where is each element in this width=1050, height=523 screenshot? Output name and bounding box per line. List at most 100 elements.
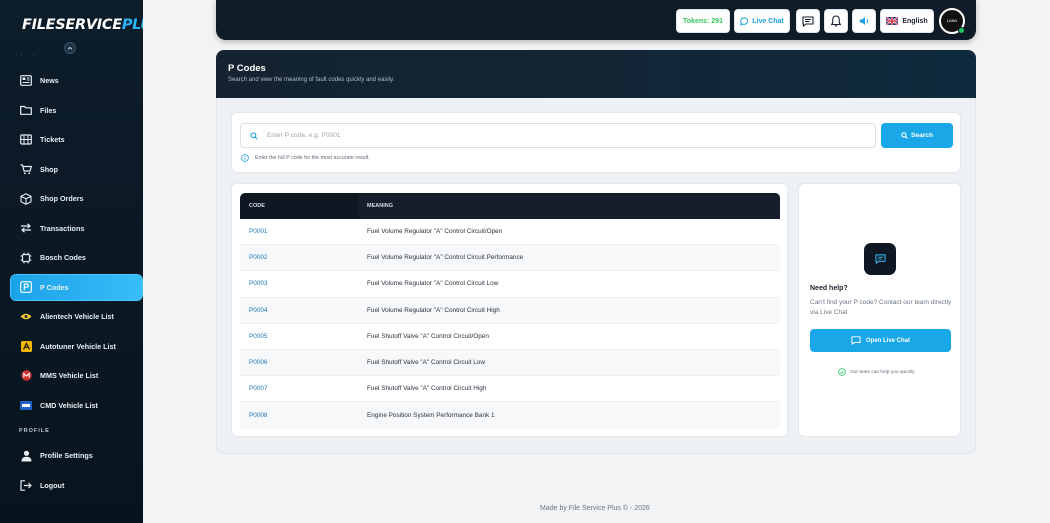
- chip-icon: [20, 252, 32, 264]
- help-title: Need help?: [810, 285, 848, 292]
- code-cell[interactable]: P0004: [240, 307, 359, 314]
- tokens-label: Tokens: 291: [683, 17, 723, 25]
- cmd-logo-icon: [20, 399, 32, 411]
- table-row[interactable]: P0006 Fuel Shutoff Valve "A" Control Circ…: [240, 349, 780, 377]
- sidebar-item-files[interactable]: Files: [11, 98, 142, 123]
- sidebar-item-news[interactable]: News: [11, 68, 142, 93]
- uk-flag-icon: [886, 17, 899, 25]
- avatar[interactable]: LOGO: [939, 8, 965, 34]
- sidebar-item-profile-settings[interactable]: Profile Settings: [11, 443, 142, 468]
- overflow-dots: · ·: [20, 50, 40, 59]
- page-header: P Codes Search and view the meaning of f…: [216, 50, 976, 98]
- sidebar-item-tickets[interactable]: Tickets: [11, 127, 142, 152]
- sidebar-item-label: CMD Vehicle List: [40, 400, 98, 410]
- sidebar-item-bosch-codes[interactable]: Bosch Codes: [11, 245, 142, 270]
- online-status-dot: [958, 27, 965, 34]
- info-icon: [241, 154, 249, 162]
- search-button-label: Search: [911, 132, 933, 139]
- logout-icon: [20, 479, 32, 491]
- sidebar-section-profile: PROFILE: [19, 428, 50, 434]
- code-cell[interactable]: P0007: [240, 385, 359, 392]
- messages-button[interactable]: [796, 9, 820, 33]
- page-subtitle: Search and view the meaning of fault cod…: [228, 77, 395, 83]
- code-cell[interactable]: P0008: [240, 412, 359, 419]
- search-hint-text: Enter the full P code for the most accur…: [255, 155, 370, 161]
- sound-toggle-button[interactable]: [852, 9, 876, 33]
- folder-icon: [20, 104, 32, 116]
- meaning-cell: Fuel Volume Regulator "A" Control Circui…: [367, 228, 503, 236]
- brand-logo[interactable]: FILESERVICEPLUS: [22, 17, 143, 33]
- code-cell[interactable]: P0006: [240, 359, 359, 366]
- table-row[interactable]: P0004 Fuel Volume Regulator "A" Control C…: [240, 297, 780, 324]
- sidebar-item-cmd-vehicle-list[interactable]: CMD Vehicle List: [11, 393, 142, 418]
- meaning-cell: Fuel Volume Regulator "A" Control Circui…: [367, 280, 499, 288]
- meaning-cell: Fuel Shutoff Valve "A" Control Circuit H…: [367, 385, 487, 393]
- page-title: P Codes: [228, 63, 266, 74]
- table-row[interactable]: P0005 Fuel Shutoff Valve "A" Control Circ…: [240, 324, 780, 350]
- sidebar-item-shop[interactable]: Shop: [11, 157, 142, 182]
- search-placeholder: Enter P code, e.g. P0001: [267, 132, 341, 139]
- help-text: Can't find your P code? Contact our team…: [810, 299, 952, 316]
- open-live-chat-button[interactable]: Open Live Chat: [810, 329, 951, 352]
- exchange-icon: [20, 222, 32, 234]
- sidebar-item-mms-vehicle-list[interactable]: MMS Vehicle List: [11, 363, 142, 388]
- help-note: Our team can help you quickly: [838, 368, 915, 376]
- code-cell[interactable]: P0003: [240, 280, 359, 287]
- help-card: Need help? Can't find your P code? Conta…: [798, 183, 961, 437]
- column-header-meaning: MEANING: [359, 193, 780, 219]
- meaning-cell: Fuel Volume Regulator "A" Control Circui…: [367, 254, 524, 262]
- top-bar: Tokens: 291 Live Chat English LOGO: [216, 0, 976, 40]
- table-row[interactable]: P0002 Fuel Volume Regulator "A" Control C…: [240, 245, 780, 272]
- sidebar-item-logout[interactable]: Logout: [11, 473, 142, 498]
- sidebar-item-label: Files: [40, 105, 57, 115]
- sidebar-item-label: Logout: [40, 480, 65, 490]
- table-row[interactable]: P0007 Fuel Shutoff Valve "A" Control Circ…: [240, 376, 780, 403]
- p-codes-table: CODE MEANING P0001 Fuel Volume Regulator …: [240, 193, 780, 429]
- search-icon: [901, 132, 908, 139]
- code-cell[interactable]: P0005: [240, 333, 359, 340]
- table-row[interactable]: P0001 Fuel Volume Regulator "A" Control C…: [240, 219, 780, 246]
- user-icon: [20, 450, 32, 462]
- table-row[interactable]: P0008 Engine Position System Performance …: [240, 402, 780, 429]
- code-cell[interactable]: P0002: [240, 254, 359, 261]
- speaker-icon: [859, 17, 868, 25]
- alientech-logo-icon: [20, 311, 32, 323]
- sidebar-profile-nav: Profile Settings Logout: [11, 443, 142, 502]
- cart-icon: [20, 163, 32, 175]
- search-card: Enter P code, e.g. P0001 Search Enter th…: [231, 112, 961, 173]
- meaning-cell: Fuel Shutoff Valve "A" Control Circuit/O…: [367, 332, 489, 340]
- search-button[interactable]: Search: [881, 123, 953, 148]
- sidebar-item-label: Shop: [40, 164, 58, 174]
- check-circle-icon: [838, 368, 846, 376]
- autotuner-logo-icon: [20, 340, 32, 352]
- sidebar-nav: News Files Tickets Shop Shop Orders Tran…: [11, 68, 142, 422]
- sidebar-item-autotuner-vehicle-list[interactable]: Autotuner Vehicle List: [11, 334, 142, 359]
- live-chat-label: Live Chat: [752, 17, 784, 25]
- sidebar-item-label: Tickets: [40, 135, 65, 144]
- language-select[interactable]: English: [880, 9, 934, 33]
- sidebar-item-alientech-vehicle-list[interactable]: Alientech Vehicle List: [11, 304, 142, 329]
- box-icon: [20, 192, 32, 205]
- help-note-text: Our team can help you quickly: [850, 369, 915, 375]
- sidebar-item-label: MMS Vehicle List: [40, 371, 99, 380]
- avatar-logo-text: LOGO: [946, 19, 958, 23]
- sidebar-item-label: Shop Orders: [40, 194, 84, 203]
- sidebar-item-label: News: [40, 76, 59, 85]
- meaning-cell: Fuel Volume Regulator "A" Control Circui…: [367, 306, 500, 314]
- sidebar-item-label: Transactions: [40, 223, 85, 233]
- table-row[interactable]: P0003 Fuel Volume Regulator "A" Control C…: [240, 271, 780, 298]
- code-cell[interactable]: P0001: [240, 228, 359, 235]
- table-body: P0001 Fuel Volume Regulator "A" Control C…: [240, 219, 780, 429]
- news-icon: [20, 75, 32, 87]
- notifications-button[interactable]: [824, 9, 848, 33]
- sidebar-item-label: Bosch Codes: [40, 253, 86, 262]
- collapse-sidebar-button[interactable]: [64, 42, 76, 54]
- live-chat-button[interactable]: Live Chat: [734, 9, 790, 33]
- sidebar-item-transactions[interactable]: Transactions: [11, 216, 142, 241]
- p-code-search-input[interactable]: Enter P code, e.g. P0001: [240, 123, 876, 148]
- mms-logo-icon: [20, 370, 32, 382]
- sidebar-item-shop-orders[interactable]: Shop Orders: [11, 186, 142, 211]
- chat-icon: [864, 243, 896, 275]
- tokens-badge[interactable]: Tokens: 291: [676, 9, 730, 33]
- sidebar-item-p-codes[interactable]: P Codes: [11, 274, 142, 300]
